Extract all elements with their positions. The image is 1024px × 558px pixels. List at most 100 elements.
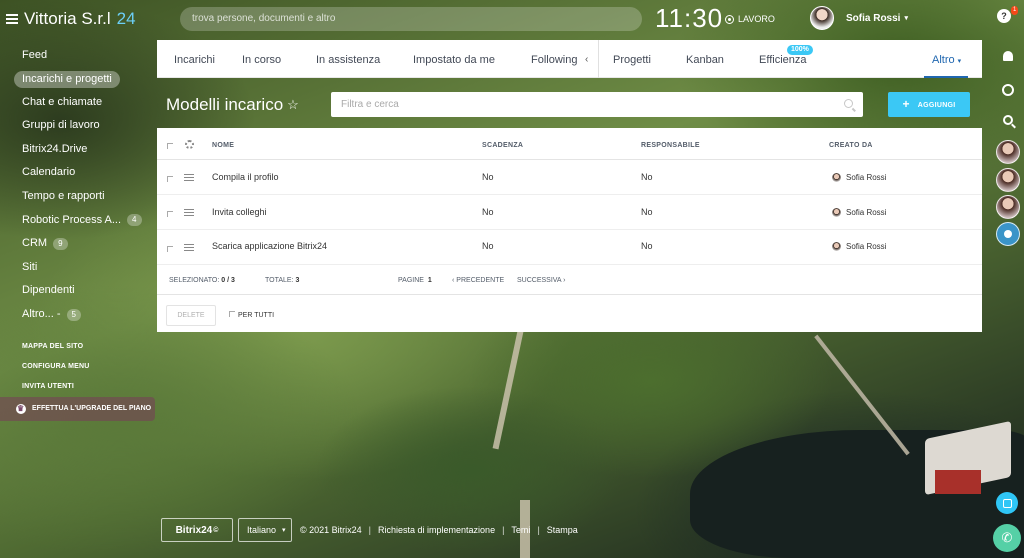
tab-more[interactable]: Altro ▾ [932,40,961,78]
global-search-input[interactable]: trova persone, documenti e altro [180,7,642,31]
gear-icon[interactable] [185,140,194,149]
menu-item-crm[interactable]: CRM 9 [14,232,158,256]
sitemap-link[interactable]: MAPPA DEL SITO [14,337,158,357]
tab-tasks[interactable]: Incarichi [174,40,215,78]
row-checkbox[interactable] [167,176,173,182]
column-created-by[interactable]: CREATO DA [829,142,873,149]
creator-name[interactable]: Sofia Rossi [846,242,886,251]
tasks-tab-bar: Incarichi In corso In assistenza Imposta… [157,40,982,78]
work-status[interactable]: LAVORO [725,14,775,24]
bell-icon [1003,51,1013,61]
footer-logo[interactable]: Bitrix24 © [161,518,233,542]
selected-label: SELEZIONATO: [169,277,220,284]
prev-page-button[interactable]: ‹ PRECEDENTE [452,277,504,284]
filter-search-input[interactable]: Filtra e cerca [331,92,863,117]
tab-following[interactable]: Following [531,40,577,78]
configure-menu-link[interactable]: CONFIGURA MENU [14,357,158,377]
column-deadline[interactable]: SCADENZA [482,142,523,149]
deadline-value: No [482,172,494,182]
contact-avatar[interactable] [996,195,1020,219]
template-name[interactable]: Invita colleghi [212,207,267,217]
column-responsible[interactable]: RESPONSABILE [641,142,700,149]
chevron-down-icon: ▾ [957,58,962,65]
add-button[interactable]: + AGGIUNGI [888,92,970,117]
table-row[interactable]: Compila il profilo No No Sofia Rossi [157,160,982,195]
contact-avatar[interactable] [996,140,1020,164]
menu-item-feed[interactable]: Feed [14,44,158,68]
creator-name[interactable]: Sofia Rossi [846,173,886,182]
tab-kanban[interactable]: Kanban [686,40,724,78]
avatar [832,208,841,217]
invite-users-link[interactable]: INVITA UTENTI [14,377,158,397]
row-menu-icon[interactable] [184,174,194,181]
delete-button[interactable]: DELETE [166,305,216,326]
tab-projects[interactable]: Progetti [613,40,651,78]
tab-divider [598,40,599,78]
table-row[interactable]: Invita colleghi No No Sofia Rossi [157,195,982,230]
clock[interactable]: 11:30 [655,3,723,34]
menu-item-more[interactable]: Altro... - 5 [14,303,158,327]
tab-set-by-me[interactable]: Impostato da me [413,40,495,78]
current-page[interactable]: 1 [428,277,432,284]
row-menu-icon[interactable] [184,244,194,251]
menu-item-calendar[interactable]: Calendario [14,161,158,185]
menu-item-rpa[interactable]: Robotic Process A... 4 [14,209,158,233]
themes-link[interactable]: Temi [511,525,530,535]
menu-item-label: Dipendenti [22,284,75,297]
notification-count: 1 [1011,6,1019,15]
next-page-button[interactable]: SUCCESSIVA › [517,277,566,284]
notifications-button[interactable] [996,44,1020,68]
help-icon[interactable]: ? [997,9,1011,23]
open-lines-button[interactable] [996,492,1018,514]
selected-value: 0 / 3 [221,277,235,284]
implementation-request-link[interactable]: Richiesta di implementazione [378,525,495,535]
upgrade-plan-button[interactable]: EFFETTUA L'UPGRADE DEL PIANO [0,397,155,421]
checkbox[interactable] [229,311,235,317]
row-checkbox[interactable] [167,246,173,252]
row-checkbox[interactable] [167,211,173,217]
template-name[interactable]: Compila il profilo [212,172,279,182]
contact-avatar-placeholder[interactable] [996,222,1020,246]
avatar [832,242,841,251]
chevron-down-icon: ▾ [282,527,286,534]
select-all-checkbox[interactable] [167,143,173,149]
language-select[interactable]: Italiano ▾ [238,518,292,542]
hamburger-icon[interactable] [6,14,18,24]
menu-item-tasks[interactable]: Incarichi e progetti [14,70,120,88]
tab-assisting[interactable]: In assistenza [316,40,380,78]
total-value: 3 [295,277,300,284]
menu-item-label: Chat e chiamate [22,95,103,108]
print-link[interactable]: Stampa [547,525,578,535]
user-name: Sofia Rossi [846,12,901,24]
for-all-checkbox[interactable]: PER TUTTI [229,311,274,319]
user-menu[interactable]: Sofia Rossi ▾ [810,6,908,30]
menu-item-sites[interactable]: Siti [14,256,158,280]
search-icon[interactable] [844,99,853,108]
messenger-button[interactable] [996,78,1020,102]
chevron-down-icon: ▾ [904,15,908,22]
call-button[interactable]: ✆ [993,524,1021,552]
template-name[interactable]: Scarica applicazione Bitrix24 [212,241,327,251]
menu-item-chat[interactable]: Chat e chiamate [14,91,158,115]
search-button[interactable] [996,108,1020,132]
tab-in-progress[interactable]: In corso [242,40,281,78]
menu-item-time[interactable]: Tempo e rapporti [14,185,158,209]
row-menu-icon[interactable] [184,209,194,216]
prev-label: PRECEDENTE [456,277,505,284]
menu-item-workgroups[interactable]: Gruppi di lavoro [14,114,158,138]
language-value: Italiano [247,525,277,535]
phone-icon: ✆ [1001,530,1013,545]
app-logo[interactable]: Vittoria S.r.l 24 [6,9,136,29]
table-row[interactable]: Scarica applicazione Bitrix24 No No Sofi… [157,230,982,265]
menu-item-drive[interactable]: Bitrix24.Drive [14,138,158,162]
menu-item-employees[interactable]: Dipendenti [14,279,158,303]
chevron-left-icon[interactable]: ‹ [585,54,588,65]
page-title-text: Modelli incarico [166,95,284,114]
tab-efficiency[interactable]: Efficienza [759,40,807,78]
star-icon[interactable]: ☆ [287,97,299,113]
active-tab-indicator [924,76,968,78]
creator-name[interactable]: Sofia Rossi [846,208,886,217]
column-name[interactable]: NOME [212,142,234,149]
house-wall-scenery [935,470,981,494]
contact-avatar[interactable] [996,168,1020,192]
